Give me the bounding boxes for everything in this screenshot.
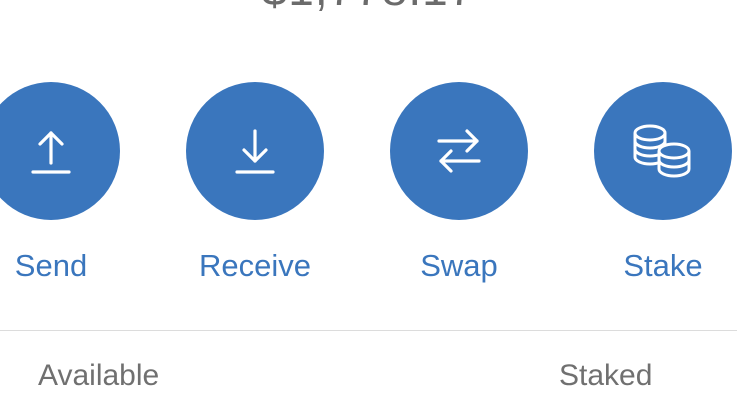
receive-button[interactable] <box>186 82 324 220</box>
upload-arrow-icon <box>31 131 71 174</box>
coins-stack-icon <box>633 124 691 178</box>
stake-label[interactable]: Stake <box>594 248 732 284</box>
download-arrow-icon <box>235 129 275 174</box>
stake-button[interactable] <box>594 82 732 220</box>
stake-action[interactable]: Stake <box>594 82 732 284</box>
send-label[interactable]: Send <box>0 248 120 284</box>
swap-action[interactable]: Swap <box>390 82 528 284</box>
section-divider <box>0 330 737 331</box>
receive-action[interactable]: Receive <box>186 82 324 284</box>
swap-button[interactable] <box>390 82 528 220</box>
balance-amount: $1,778.17 <box>0 0 737 16</box>
tab-staked[interactable]: Staked <box>559 358 652 394</box>
tab-available[interactable]: Available <box>38 358 159 394</box>
swap-label[interactable]: Swap <box>390 248 528 284</box>
send-button[interactable] <box>0 82 120 220</box>
swap-arrows-icon <box>437 129 481 173</box>
send-action[interactable]: Send <box>0 82 120 284</box>
receive-label[interactable]: Receive <box>186 248 324 284</box>
